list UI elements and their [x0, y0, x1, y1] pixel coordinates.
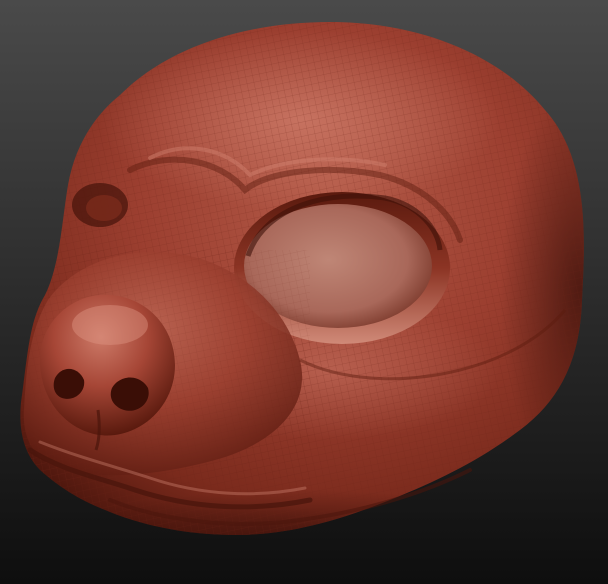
viewport — [0, 0, 608, 584]
eye-socket-left — [72, 183, 128, 227]
nose-highlight — [72, 305, 148, 345]
sculpt-render — [0, 0, 608, 584]
